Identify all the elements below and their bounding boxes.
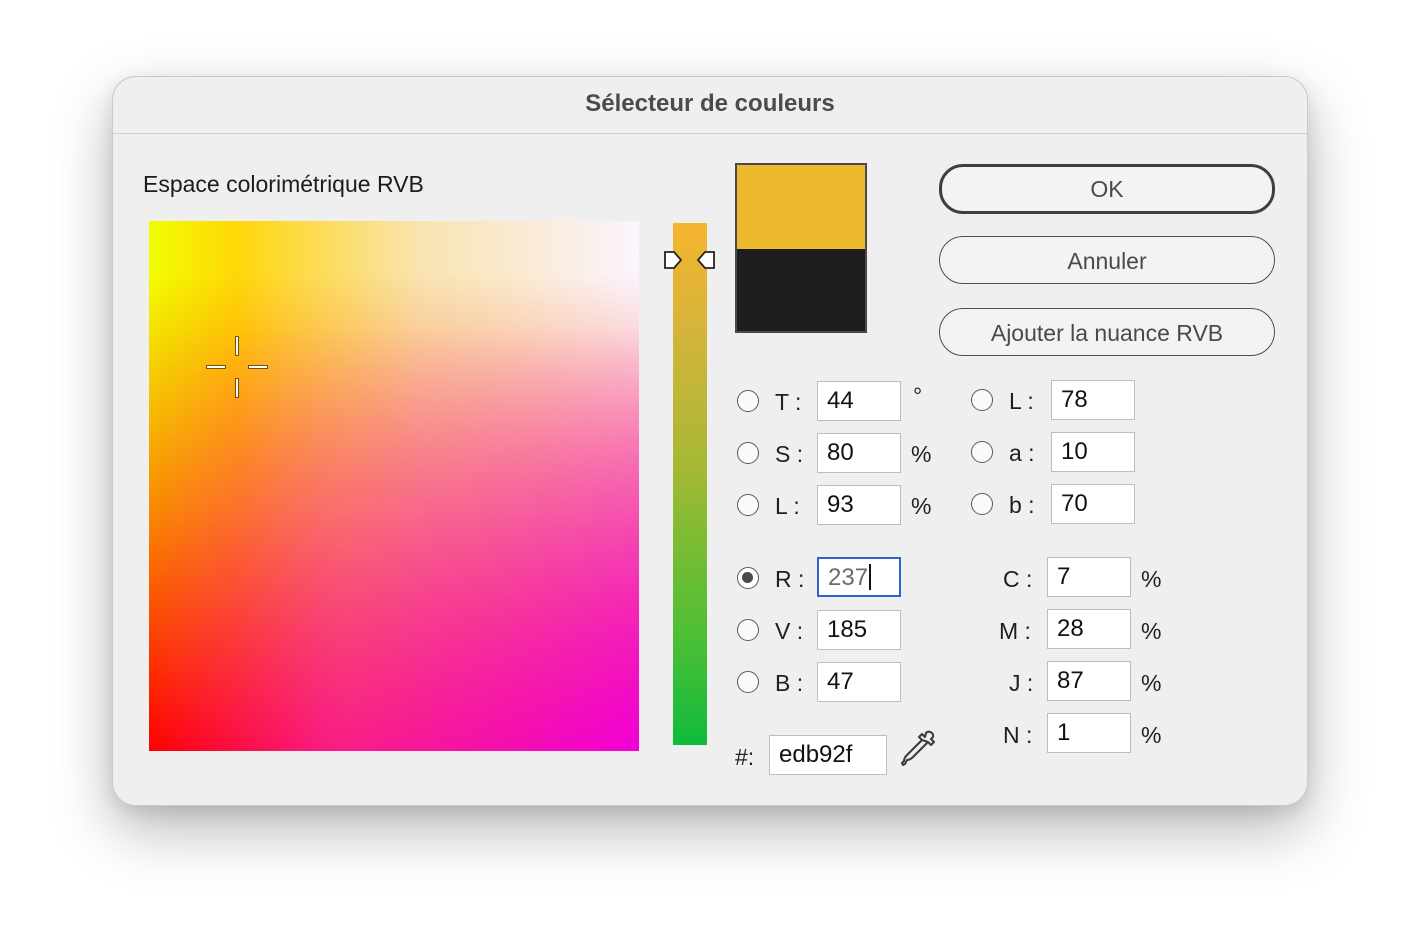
green-input[interactable]: 185	[817, 610, 901, 650]
color-picker-dialog: Sélecteur de couleurs Espace colorimétri…	[112, 76, 1308, 806]
radio-lab-l[interactable]	[971, 389, 993, 411]
radio-lab-a[interactable]	[971, 441, 993, 463]
original-color-swatch	[737, 249, 865, 331]
hue-input[interactable]: 44	[817, 381, 901, 421]
crosshair-icon[interactable]	[205, 335, 269, 399]
green-label: V :	[775, 618, 804, 644]
ok-button[interactable]: OK	[939, 164, 1275, 214]
lab-a-label: a :	[1009, 440, 1035, 466]
slider-arrow-left-icon[interactable]	[695, 249, 717, 271]
lab-a-input[interactable]: 10	[1051, 432, 1135, 472]
cyan-input[interactable]: 7	[1047, 557, 1131, 597]
radio-lightness[interactable]	[737, 494, 759, 516]
saturation-label: S :	[775, 441, 804, 467]
lightness-label: L :	[775, 493, 800, 519]
saturation-unit: %	[911, 441, 932, 467]
black-label: N :	[1003, 722, 1033, 748]
radio-hue[interactable]	[737, 390, 759, 412]
color-space-label: Espace colorimétrique RVB	[143, 171, 424, 197]
radio-red[interactable]	[737, 567, 759, 589]
lab-b-label: b :	[1009, 492, 1035, 518]
color-preview	[735, 163, 867, 333]
blue-label: B :	[775, 670, 804, 696]
radio-blue[interactable]	[737, 671, 759, 693]
magenta-input[interactable]: 28	[1047, 609, 1131, 649]
color-field[interactable]	[149, 221, 639, 751]
yellow-unit: %	[1141, 670, 1162, 696]
eyedropper-icon[interactable]	[899, 729, 939, 769]
slider-arrow-right-icon[interactable]	[662, 249, 684, 271]
hue-label: T :	[775, 389, 802, 415]
radio-lab-b[interactable]	[971, 493, 993, 515]
lab-l-label: L :	[1009, 388, 1034, 414]
dialog-title: Sélecteur de couleurs	[113, 77, 1307, 134]
red-input-value: 237	[828, 564, 869, 591]
add-rgb-swatch-button[interactable]: Ajouter la nuance RVB	[939, 308, 1275, 356]
red-input[interactable]: 237	[817, 557, 901, 597]
black-input[interactable]: 1	[1047, 713, 1131, 753]
hex-input[interactable]: edb92f	[769, 735, 887, 775]
magenta-label: M :	[999, 618, 1031, 644]
hue-slider[interactable]	[673, 223, 707, 745]
cyan-label: C :	[1003, 566, 1033, 592]
red-label: R :	[775, 566, 805, 592]
lab-l-input[interactable]: 78	[1051, 380, 1135, 420]
radio-saturation[interactable]	[737, 442, 759, 464]
hex-label: #:	[735, 744, 755, 770]
lab-b-input[interactable]: 70	[1051, 484, 1135, 524]
magenta-unit: %	[1141, 618, 1162, 644]
yellow-input[interactable]: 87	[1047, 661, 1131, 701]
saturation-input[interactable]: 80	[817, 433, 901, 473]
lightness-unit: %	[911, 493, 932, 519]
lightness-input[interactable]: 93	[817, 485, 901, 525]
cyan-unit: %	[1141, 566, 1162, 592]
black-unit: %	[1141, 722, 1162, 748]
yellow-label: J :	[1009, 670, 1034, 696]
cancel-button[interactable]: Annuler	[939, 236, 1275, 284]
radio-green[interactable]	[737, 619, 759, 641]
blue-input[interactable]: 47	[817, 662, 901, 702]
hue-unit: °	[913, 383, 923, 409]
new-color-swatch	[737, 165, 865, 249]
